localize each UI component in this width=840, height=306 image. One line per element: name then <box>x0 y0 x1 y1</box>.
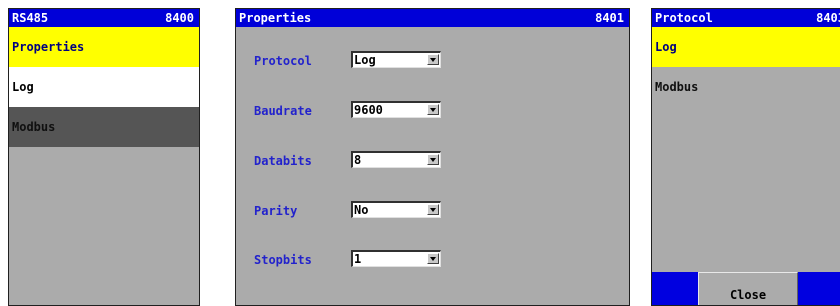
close-button[interactable]: Close <box>698 272 798 305</box>
protocol-value: Log <box>354 53 376 67</box>
protocol-titlebar: Protocol 8403 <box>652 9 840 27</box>
databits-label: Databits <box>254 154 312 168</box>
protocol-options: Log Modbus <box>652 27 840 107</box>
protocol-select[interactable]: Log <box>351 51 441 68</box>
protocol-panel: Protocol 8403 Log Modbus Close <box>651 8 840 306</box>
protocol-row: Protocol Log <box>236 51 629 71</box>
stopbits-value: 1 <box>354 252 362 266</box>
properties-panel: Properties 8401 Protocol Log Baudrate 96… <box>235 8 630 306</box>
parity-label: Parity <box>254 204 298 218</box>
menu-item-modbus[interactable]: Modbus <box>9 107 199 147</box>
protocol-panel-title: Protocol <box>655 11 713 25</box>
protocol-panel-code: 8403 <box>816 11 840 25</box>
protocol-footer: Close <box>652 272 840 305</box>
baudrate-row: Baudrate 9600 <box>236 101 629 121</box>
dropdown-arrow-icon[interactable] <box>427 253 439 264</box>
rs485-titlebar: RS485 8400 <box>9 9 199 27</box>
menu-item-properties[interactable]: Properties <box>9 27 199 67</box>
properties-title: Properties <box>239 11 312 25</box>
baudrate-label: Baudrate <box>254 104 312 118</box>
stopbits-label: Stopbits <box>254 253 312 267</box>
dropdown-arrow-icon[interactable] <box>427 54 439 65</box>
dropdown-arrow-icon[interactable] <box>427 154 439 165</box>
parity-value: No <box>354 203 369 217</box>
dropdown-arrow-icon[interactable] <box>427 104 439 115</box>
databits-value: 8 <box>354 153 362 167</box>
parity-select[interactable]: No <box>351 201 441 218</box>
rs485-panel: RS485 8400 Properties Log Modbus <box>8 8 200 306</box>
baudrate-select[interactable]: 9600 <box>351 101 441 118</box>
properties-code: 8401 <box>595 11 624 25</box>
baudrate-value: 9600 <box>354 103 383 117</box>
menu-item-log[interactable]: Log <box>9 67 199 107</box>
option-modbus[interactable]: Modbus <box>652 67 840 107</box>
stopbits-row: Stopbits 1 <box>236 250 629 270</box>
option-log[interactable]: Log <box>652 27 840 67</box>
rs485-code: 8400 <box>165 11 194 25</box>
parity-row: Parity No <box>236 201 629 221</box>
properties-titlebar: Properties 8401 <box>236 9 629 27</box>
databits-row: Databits 8 <box>236 151 629 171</box>
protocol-label: Protocol <box>254 54 312 68</box>
stopbits-select[interactable]: 1 <box>351 250 441 267</box>
databits-select[interactable]: 8 <box>351 151 441 168</box>
rs485-title: RS485 <box>12 11 49 25</box>
rs485-menu: Properties Log Modbus <box>9 27 199 147</box>
dropdown-arrow-icon[interactable] <box>427 204 439 215</box>
